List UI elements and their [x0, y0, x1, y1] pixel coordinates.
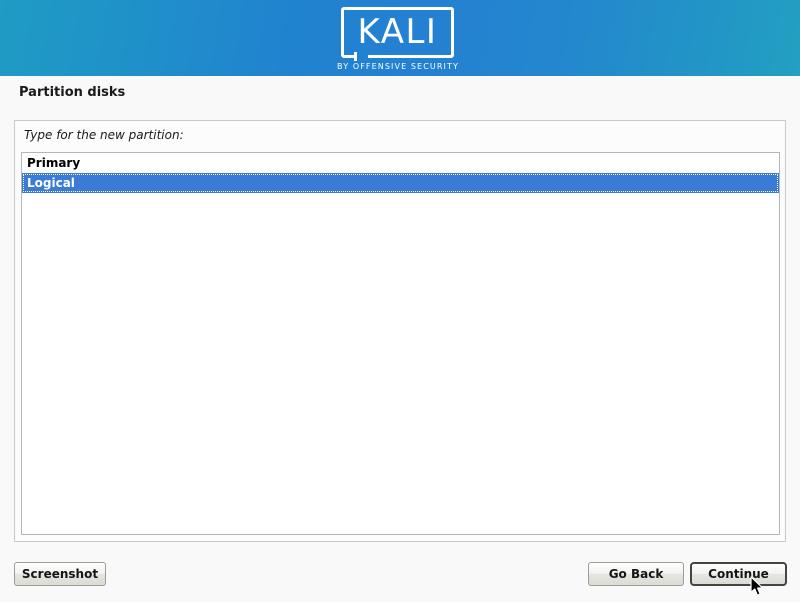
installer-screen: KALI BY OFFENSIVE SECURITY Partition dis…: [0, 0, 800, 600]
go-back-button[interactable]: Go Back: [588, 562, 684, 586]
content-panel: Type for the new partition: Primary Logi…: [14, 120, 786, 542]
partition-type-listbox[interactable]: Primary Logical: [21, 152, 780, 535]
partition-type-prompt: Type for the new partition:: [24, 128, 184, 142]
continue-button[interactable]: Continue: [690, 562, 787, 586]
list-item-primary[interactable]: Primary: [22, 153, 779, 173]
kali-logo: KALI BY OFFENSIVE SECURITY: [337, 7, 459, 73]
page-title: Partition disks: [19, 85, 126, 100]
kali-banner: KALI BY OFFENSIVE SECURITY: [0, 0, 800, 76]
kali-logo-text: KALI: [357, 12, 438, 52]
screenshot-button[interactable]: Screenshot: [14, 562, 106, 586]
kali-logo-tagline: BY OFFENSIVE SECURITY: [337, 62, 459, 71]
list-item-logical[interactable]: Logical: [22, 173, 779, 193]
